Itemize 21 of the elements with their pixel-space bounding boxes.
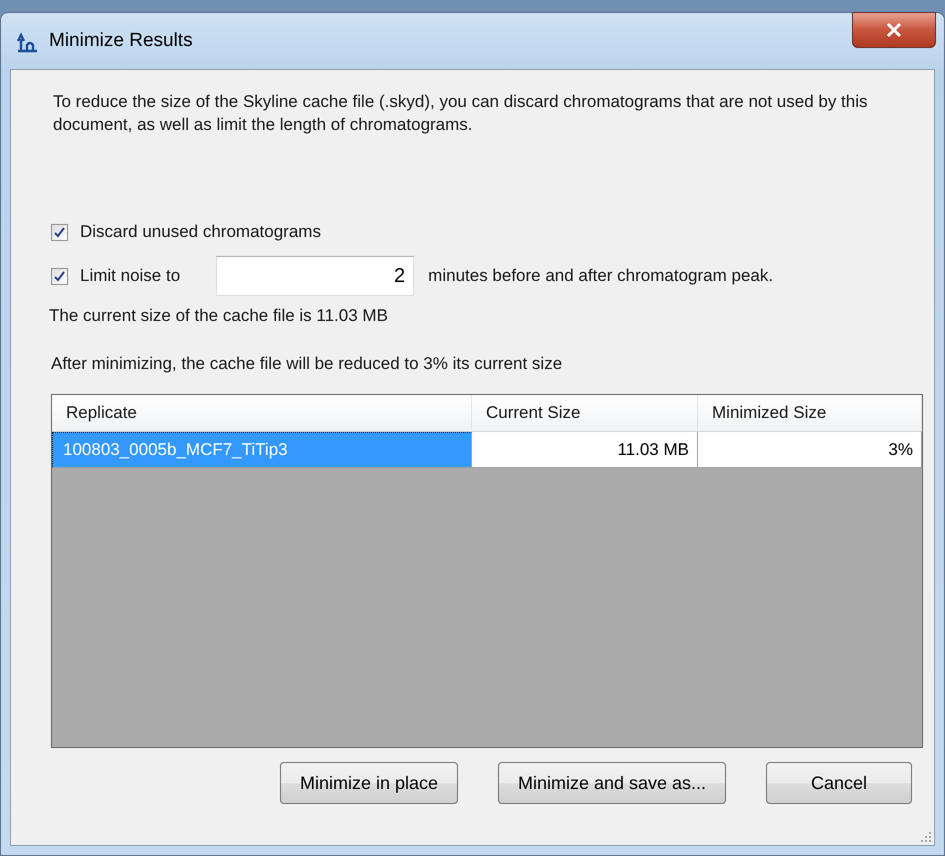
table-cell: 3% [698, 432, 922, 468]
column-header[interactable]: Minimized Size [698, 395, 922, 431]
minutes-suffix-text: minutes before and after chromatogram peak. [428, 266, 774, 286]
current-size-text: The current size of the cache file is 11.03 MB [49, 306, 389, 326]
checkbox-label: Discard unused chromatograms [80, 222, 321, 242]
column-header[interactable]: Replicate [52, 395, 472, 431]
dialog-button[interactable]: Minimize in place [280, 762, 458, 804]
resize-grip-icon[interactable] [920, 831, 932, 843]
dialog-button[interactable]: Cancel [766, 762, 912, 804]
close-button[interactable] [852, 12, 936, 48]
table-cell: 11.03 MB [472, 432, 698, 468]
minutes-field[interactable]: 2 [216, 256, 414, 296]
column-header[interactable]: Current Size [472, 395, 698, 431]
dialog-button[interactable]: Minimize and save as... [498, 762, 726, 804]
close-icon [886, 23, 902, 37]
checkbox[interactable] [51, 224, 68, 240]
window-title: Minimize Results [49, 30, 193, 52]
checkbox[interactable] [51, 268, 68, 284]
reduction-text: After minimizing, the cache file will be reduced to 3% its current size [51, 354, 564, 374]
checkbox-label: Limit noise to [80, 266, 180, 286]
description-text: To reduce the size of the Skyline cache file (.skyd), you can discard chromatograms that are not used by this document, as well as limit the length of chromatograms. [53, 91, 869, 136]
